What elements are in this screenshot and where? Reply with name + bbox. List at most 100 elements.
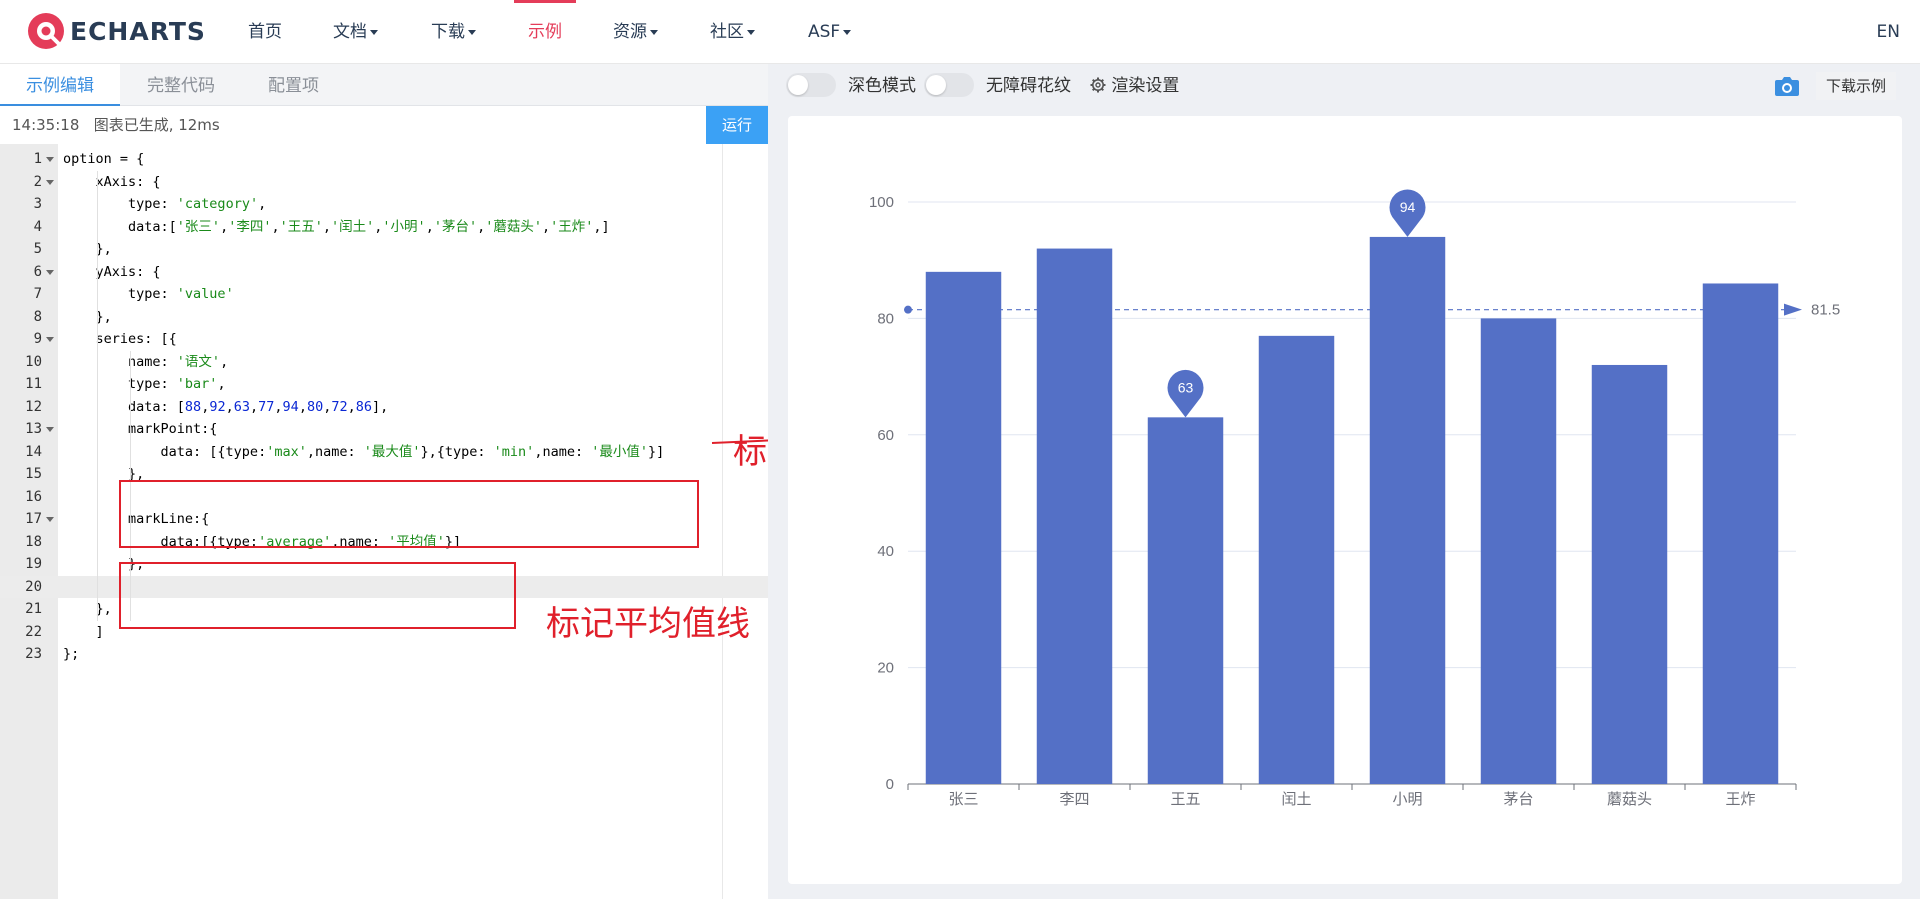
bar[interactable] bbox=[1369, 236, 1446, 785]
code-editor[interactable]: 1 option = { 2 xAxis: {3 type: 'category',… bbox=[0, 144, 869, 899]
nav-download[interactable]: 下载 bbox=[431, 0, 476, 64]
x-tick-label: 王五 bbox=[1170, 791, 1200, 808]
code-text: data:['张三','李四','王五','闰土','小明','茅台','蘑菇头… bbox=[63, 218, 610, 235]
bar[interactable] bbox=[1591, 364, 1668, 784]
code-text: }, bbox=[63, 601, 112, 617]
x-tick-label: 张三 bbox=[948, 791, 978, 808]
bar[interactable] bbox=[1036, 248, 1113, 784]
bar[interactable] bbox=[1147, 417, 1224, 784]
fold-arrow-icon[interactable] bbox=[46, 427, 54, 432]
code-line[interactable]: 4 data:['张三','李四','王五','闰土','小明','茅台','蘑… bbox=[0, 216, 768, 239]
indent-guide bbox=[97, 170, 98, 621]
code-line[interactable]: 6 yAxis: { bbox=[0, 261, 768, 284]
preview-panel: 深色模式 无障碍花纹 渲染设置 下载示例 0 20 40 60 80 100 张三 bbox=[768, 64, 1920, 899]
status-message: 14:35:18 图表已生成, 12ms bbox=[12, 106, 220, 144]
fold-arrow-icon[interactable] bbox=[46, 179, 54, 185]
line-number: 20 bbox=[25, 578, 42, 595]
chevron-down-icon bbox=[650, 29, 658, 35]
code-text: series: [{ bbox=[63, 331, 177, 347]
chevron-down-icon bbox=[370, 29, 378, 35]
line-number: 2 bbox=[33, 173, 42, 190]
x-tick-label: 李四 bbox=[1059, 791, 1089, 808]
code-line[interactable]: 9 series: [{ bbox=[0, 328, 768, 351]
code-line[interactable]: 3 type: 'category', bbox=[0, 193, 768, 216]
x-tick-label: 闰土 bbox=[1281, 791, 1311, 808]
render-settings-label: 渲染设置 bbox=[1111, 76, 1180, 96]
code-line[interactable]: 5 }, bbox=[0, 238, 768, 261]
fold-arrow-icon[interactable] bbox=[46, 269, 54, 275]
line-number: 1 bbox=[33, 151, 42, 167]
tab-full-code[interactable]: 完整代码 bbox=[121, 64, 241, 106]
x-tick-label: 蘑菇头 bbox=[1607, 791, 1652, 808]
nav-docs[interactable]: 文档 bbox=[333, 0, 378, 64]
run-button[interactable]: 运行 bbox=[706, 106, 768, 144]
nav-home[interactable]: 首页 bbox=[248, 0, 282, 64]
editor-statusbar: 14:35:18 图表已生成, 12ms 运行 bbox=[0, 106, 768, 144]
preview-toolbar: 深色模式 无障碍花纹 渲染设置 下载示例 bbox=[768, 64, 1920, 108]
dark-mode-toggle[interactable] bbox=[786, 73, 836, 97]
nav-examples[interactable]: 示例 bbox=[514, 0, 576, 64]
line-number: 8 bbox=[33, 308, 42, 325]
fold-arrow-icon[interactable] bbox=[46, 337, 54, 342]
nav-community[interactable]: 社区 bbox=[710, 0, 755, 64]
line-number: 18 bbox=[25, 533, 42, 550]
bar[interactable] bbox=[925, 271, 1002, 785]
download-example-button[interactable]: 下载示例 bbox=[1816, 72, 1897, 100]
render-settings-button[interactable]: 渲染设置 bbox=[1090, 64, 1179, 108]
gear-icon bbox=[1090, 77, 1106, 93]
line-number: 12 bbox=[25, 398, 42, 415]
code-line[interactable]: 7 type: 'value' bbox=[0, 283, 768, 306]
code-text: }, bbox=[63, 308, 112, 325]
code-text: markPoint:{ bbox=[63, 421, 218, 437]
code-line[interactable]: 11 type: 'bar', bbox=[0, 373, 768, 396]
bar[interactable] bbox=[1702, 283, 1779, 784]
fold-arrow-icon[interactable] bbox=[46, 157, 54, 162]
dark-mode-label: 深色模式 bbox=[848, 76, 916, 96]
tab-example-edit[interactable]: 示例编辑 bbox=[0, 64, 120, 106]
nav-asf[interactable]: ASF bbox=[808, 0, 852, 64]
code-line[interactable]: 8 }, bbox=[0, 306, 768, 329]
y-tick-label: 20 bbox=[877, 660, 894, 677]
code-line[interactable]: 13 markPoint:{ bbox=[0, 418, 768, 441]
fold-arrow-icon[interactable] bbox=[46, 517, 54, 522]
line-number: 3 bbox=[33, 196, 42, 212]
echarts-logo[interactable]: ECHARTS bbox=[26, 11, 206, 51]
bar[interactable] bbox=[1480, 318, 1557, 784]
code-text: option = { bbox=[63, 151, 145, 167]
chart-card: 0 20 40 60 80 100 张三 李四 王五 闰土 小明 茅台 蘑菇头 王炸 94 63 81.5 bbox=[788, 116, 1902, 884]
code-line[interactable]: 2 xAxis: { bbox=[0, 171, 768, 194]
line-number: 22 bbox=[25, 623, 42, 640]
top-navbar: ECHARTS 首页 文档 下载 示例 资源 社区 ASF EN bbox=[0, 0, 1920, 64]
bar[interactable] bbox=[1258, 335, 1335, 784]
chevron-down-icon bbox=[468, 29, 476, 35]
editor-tabs: 示例编辑 完整代码 配置项 bbox=[0, 64, 768, 106]
line-number: 13 bbox=[25, 421, 42, 437]
x-tick-label: 茅台 bbox=[1503, 791, 1533, 808]
camera-icon[interactable] bbox=[1774, 74, 1800, 98]
x-tick-label: 王炸 bbox=[1725, 791, 1755, 808]
aria-pattern-label: 无障碍花纹 bbox=[986, 76, 1071, 96]
code-line[interactable]: 23}; bbox=[0, 643, 768, 666]
tab-options[interactable]: 配置项 bbox=[242, 64, 345, 106]
code-line[interactable]: 10 name: '语文', bbox=[0, 351, 768, 374]
code-line[interactable]: 1 option = { bbox=[0, 148, 768, 171]
line-number: 6 bbox=[33, 263, 42, 280]
line-number: 14 bbox=[25, 443, 42, 460]
line-number: 10 bbox=[25, 353, 42, 370]
bar-chart[interactable]: 0 20 40 60 80 100 张三 李四 王五 闰土 小明 茅台 蘑菇头 王炸 94 63 81.5 bbox=[788, 116, 1902, 884]
y-tick-label: 40 bbox=[877, 543, 894, 560]
echarts-logo-icon bbox=[28, 13, 64, 49]
mark-line-arrow bbox=[1784, 303, 1802, 316]
code-line[interactable]: 12 data: [88,92,63,77,94,80,72,86], bbox=[0, 396, 768, 419]
nav-resources[interactable]: 资源 bbox=[613, 0, 658, 64]
line-number: 4 bbox=[33, 218, 42, 235]
code-text: }, bbox=[63, 241, 112, 257]
status-time: 14:35:18 bbox=[12, 116, 80, 134]
chevron-down-icon bbox=[843, 29, 852, 35]
code-text: type: 'bar', bbox=[63, 376, 226, 392]
code-line[interactable]: 14 data: [{type:'max',name: '最大值'},{type… bbox=[0, 441, 768, 464]
mark-line-label: 81.5 bbox=[1811, 302, 1840, 319]
aria-pattern-toggle[interactable] bbox=[924, 73, 974, 97]
language-switch[interactable]: EN bbox=[1877, 0, 1900, 64]
line-number: 16 bbox=[25, 488, 42, 505]
